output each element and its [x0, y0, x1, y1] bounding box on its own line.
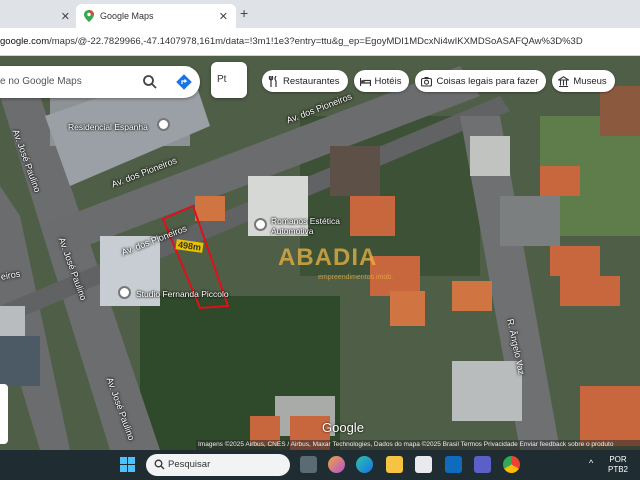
language-indicator[interactable]: POR PTB2 [608, 455, 628, 475]
mail-icon[interactable] [445, 456, 462, 473]
chip-label: Hotéis [374, 75, 402, 87]
close-tab-icon[interactable]: ✕ [219, 10, 228, 23]
browser-tab-previous[interactable]: ✕ [0, 4, 76, 28]
windows-start-icon[interactable] [120, 457, 135, 472]
category-chips: Restaurantes Hotéis Coisas legais para f… [262, 70, 615, 92]
edge-icon[interactable] [356, 456, 373, 473]
place-marker-icon[interactable] [254, 218, 267, 231]
layer-label: Pt [217, 74, 227, 85]
maps-search-box[interactable]: e no Google Maps [0, 66, 200, 98]
taskbar-search[interactable]: Pesquisar [146, 454, 290, 476]
fork-knife-icon [268, 75, 277, 87]
browser-tab-google-maps[interactable]: Google Maps ✕ [76, 4, 236, 28]
store-icon[interactable] [415, 456, 432, 473]
directions-icon[interactable] [176, 74, 192, 90]
map-attribution: Imagens ©2025 Airbus, CNES / Airbus, Max… [196, 440, 640, 450]
search-icon [154, 459, 165, 470]
browser-tab-strip: ✕ Google Maps ✕ + [0, 0, 640, 28]
system-tray-chevron-icon[interactable]: ^ [589, 458, 593, 468]
place-label-residencial-espanha[interactable]: Residencial Espanha [68, 122, 148, 132]
google-maps-pin-icon [84, 10, 94, 22]
task-view-icon[interactable] [300, 456, 317, 473]
chip-label: Coisas legais para fazer [436, 75, 539, 87]
chrome-icon[interactable] [503, 456, 520, 473]
chip-hoteis[interactable]: Hotéis [353, 70, 410, 92]
place-marker-icon[interactable] [157, 118, 170, 131]
camera-icon [421, 76, 433, 87]
new-tab-button[interactable]: + [240, 5, 248, 21]
url-host: google.com [0, 36, 50, 47]
place-label-studio-fernanda[interactable]: Studio Fernanda Piccolo [136, 289, 229, 299]
museum-icon [558, 75, 570, 87]
layer-toggle-button[interactable]: Pt [211, 62, 247, 98]
watermark-subtitle: empreendimentos imob. [318, 274, 394, 281]
search-input[interactable]: e no Google Maps [0, 76, 82, 87]
language-top: POR [609, 455, 627, 464]
teams-icon[interactable] [474, 456, 491, 473]
chip-label: Restaurantes [283, 75, 340, 87]
tab-label: Google Maps [100, 11, 154, 21]
language-bottom: PTB2 [608, 465, 629, 474]
place-label-romanos-estetica[interactable]: Romanos Estética Automotiva [271, 216, 340, 236]
place-marker-icon[interactable] [118, 286, 131, 299]
url-path: /maps/@-22.7829966,-47.1407978,161m/data… [49, 36, 583, 47]
satellite-map[interactable]: e no Google Maps Pt Restaurantes Hotéis [0, 56, 640, 450]
file-explorer-icon[interactable] [386, 456, 403, 473]
copilot-icon[interactable] [328, 456, 345, 473]
bed-icon [359, 77, 371, 86]
chip-label: Museus [573, 75, 607, 87]
google-logo: Google [322, 420, 364, 435]
chip-coisas-legais[interactable]: Coisas legais para fazer [415, 70, 547, 92]
imagery-thumbnail[interactable] [0, 384, 8, 444]
close-tab-icon[interactable]: ✕ [61, 10, 70, 23]
watermark-logo: ABADIA [278, 244, 378, 271]
taskbar-search-label: Pesquisar [168, 459, 211, 470]
chip-restaurantes[interactable]: Restaurantes [262, 70, 348, 92]
chip-museus[interactable]: Museus [552, 70, 615, 92]
address-bar[interactable]: google.com/maps/@-22.7829966,-47.1407978… [0, 28, 640, 56]
url-text[interactable]: google.com/maps/@-22.7829966,-47.1407978… [0, 36, 640, 47]
windows-taskbar: Pesquisar ^ POR PTB2 [0, 450, 640, 480]
search-icon[interactable] [142, 74, 158, 90]
